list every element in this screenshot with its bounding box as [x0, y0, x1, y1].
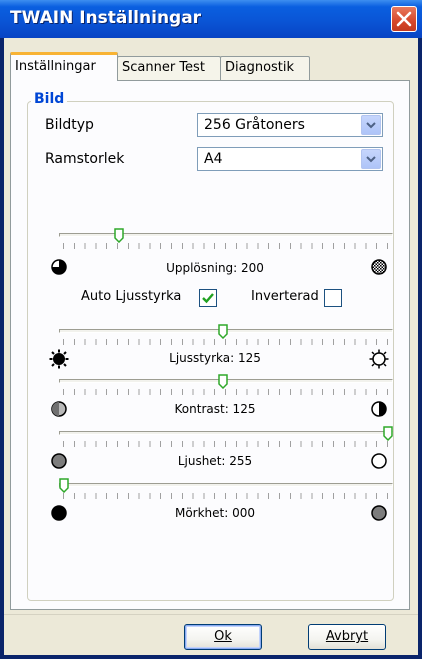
slider-ticks	[63, 389, 389, 395]
slider-thumb[interactable]	[114, 228, 124, 243]
image-type-label: Bildtyp	[45, 117, 94, 133]
white-circle-icon	[371, 453, 387, 473]
slider-ticks	[63, 243, 389, 249]
slider-thumb[interactable]	[59, 478, 69, 493]
inverted-checkbox[interactable]	[324, 289, 342, 307]
resolution-slider[interactable]	[59, 227, 393, 249]
slider-ticks	[63, 493, 389, 499]
resolution-caption: Upplösning: 200	[166, 261, 264, 275]
image-type-value: 256 Gråtoners	[204, 117, 305, 133]
tab-installningar[interactable]: Inställningar	[10, 52, 118, 81]
highlight-caption: Ljushet: 255	[177, 454, 253, 468]
close-button[interactable]	[391, 6, 417, 32]
high-resolution-icon	[371, 259, 387, 279]
dialog-client-area: Inställningar Scanner Test Diagnostik Bi…	[4, 38, 418, 655]
checkmark-icon	[202, 293, 214, 304]
close-icon	[396, 11, 412, 27]
light-sun-icon	[369, 349, 389, 373]
image-type-select[interactable]: 256 Gråtoners	[197, 113, 383, 137]
chevron-down-icon	[366, 122, 376, 129]
black-circle-icon	[51, 505, 67, 525]
highlight-slider[interactable]	[59, 425, 393, 447]
frame-size-label: Ramstorlek	[45, 151, 125, 167]
auto-brightness-checkbox[interactable]	[199, 289, 217, 307]
slider-track	[59, 233, 393, 237]
ok-label: Ok	[214, 629, 232, 644]
frame-size-value: A4	[204, 151, 223, 167]
tab-scanner-test[interactable]: Scanner Test	[117, 56, 221, 80]
gray-circle-icon	[371, 505, 387, 525]
low-resolution-icon	[51, 259, 67, 279]
dark-sun-icon	[49, 349, 69, 373]
brightness-slider[interactable]	[59, 323, 393, 345]
slider-track	[59, 431, 393, 435]
slider-thumb[interactable]	[383, 426, 393, 441]
brightness-caption: Ljusstyrka: 125	[169, 351, 261, 365]
tab-diagnostik[interactable]: Diagnostik	[220, 56, 310, 80]
auto-brightness-label: Auto Ljusstyrka	[81, 289, 182, 304]
footer-separator	[4, 614, 418, 615]
slider-track	[59, 483, 393, 487]
inverted-label: Inverterad	[251, 289, 319, 304]
high-contrast-icon	[371, 401, 387, 421]
cancel-button[interactable]: Avbryt	[308, 624, 386, 650]
cancel-label: Avbryt	[325, 629, 369, 644]
frame-size-select[interactable]: A4	[197, 147, 383, 171]
low-contrast-icon	[51, 401, 67, 421]
slider-thumb[interactable]	[218, 374, 228, 389]
frame-size-dropdown-button[interactable]	[361, 149, 381, 169]
settings-tab-panel: Bild Bildtyp 256 Gråtoners Ramstorlek A4	[10, 80, 410, 610]
chevron-down-icon	[366, 156, 376, 163]
dialog-window: TWAIN Inställningar Inställningar Scanne…	[0, 0, 422, 659]
title-bar[interactable]: TWAIN Inställningar	[0, 0, 422, 38]
shadow-slider[interactable]	[59, 477, 393, 499]
gray-circle-icon	[51, 453, 67, 473]
slider-thumb[interactable]	[218, 324, 228, 339]
contrast-slider[interactable]	[59, 373, 393, 395]
slider-ticks	[63, 339, 389, 345]
image-type-dropdown-button[interactable]	[361, 115, 381, 135]
group-title: Bild	[31, 91, 68, 107]
contrast-caption: Kontrast: 125	[174, 402, 256, 416]
ok-button[interactable]: Ok	[184, 624, 262, 650]
shadow-caption: Mörkhet: 000	[174, 506, 256, 520]
window-title: TWAIN Inställningar	[10, 8, 202, 28]
slider-ticks	[63, 441, 389, 447]
